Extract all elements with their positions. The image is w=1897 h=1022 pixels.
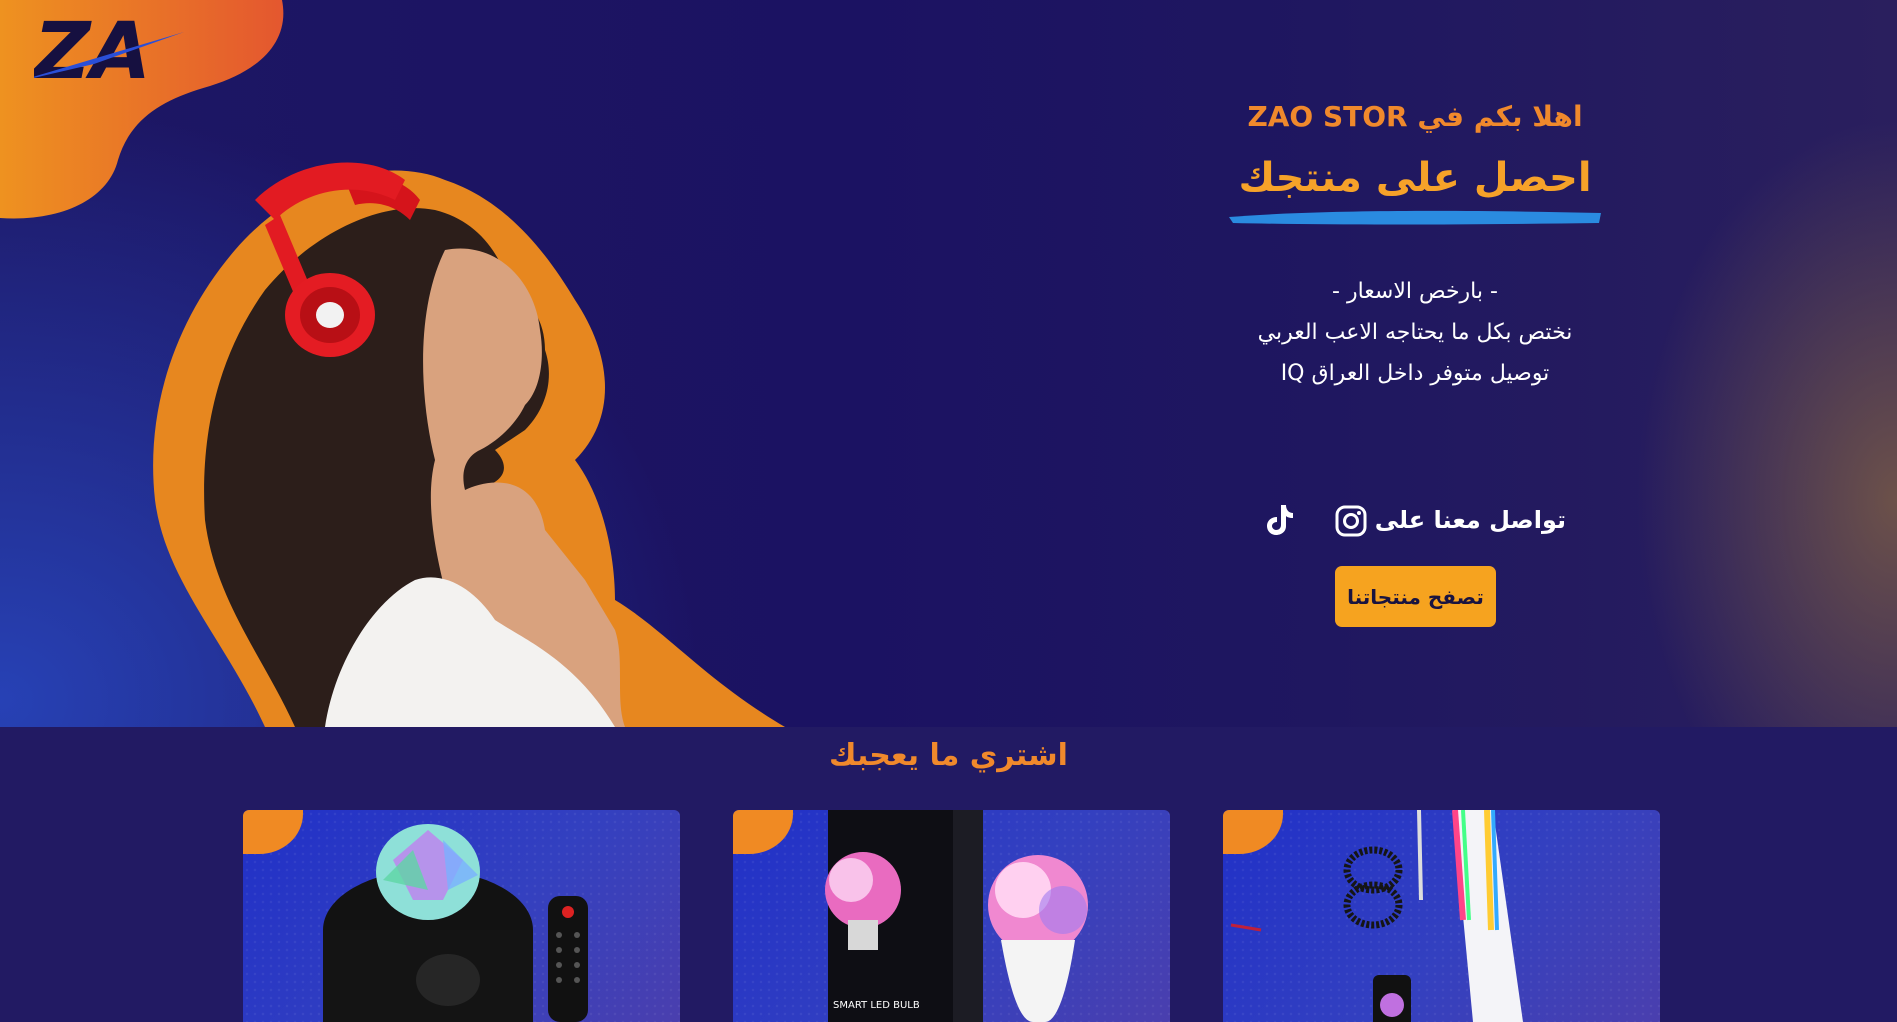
bulb-box-label: SMART LED BULB (833, 1000, 920, 1011)
welcome-title: اهلا بكم في ZAO STOR (1247, 100, 1583, 133)
product-image-led-strip (1230, 810, 1523, 1022)
browse-products-button[interactable]: تصفح منتجاتنا (1335, 566, 1496, 627)
logo-text: ZA (34, 7, 151, 96)
product-card-galaxy-projector[interactable] (243, 810, 680, 1022)
tiktok-icon[interactable] (1265, 503, 1295, 537)
desc-line-delivery: توصيل متوفر داخل العراق IQ (1280, 361, 1550, 386)
contact-row: تواصل معنا على (1260, 500, 1580, 544)
desc-line-prices: - بارخص الاسعار - (1332, 279, 1498, 304)
hero-section: ZA اهلا بكم في ZAO STOR احصل على منتجك -… (0, 0, 1897, 727)
brand-logo[interactable]: ZA (34, 6, 194, 96)
product-card-rgb-led-strip[interactable] (1223, 810, 1660, 1022)
product-card-smart-led-bulb[interactable]: SMART LED BULB (733, 810, 1170, 1022)
hero-image-woman-headphones (153, 162, 786, 727)
hero-description: - بارخص الاسعار - نختص بكل ما يحتاجه الا… (1195, 271, 1635, 394)
instagram-icon[interactable] (1334, 504, 1368, 538)
products-section-title: اشتري ما يعجبك (829, 738, 1068, 773)
contact-label: تواصل معنا على (1374, 506, 1566, 534)
product-image-star-projector (323, 824, 588, 1022)
desc-line-specialty: نختص بكل ما يحتاجه الاعب العربي (1257, 320, 1573, 345)
product-image-smart-bulb: SMART LED BULB (825, 810, 1088, 1022)
hero-headline: احصل على منتجك (1238, 155, 1592, 201)
hero-text-block: اهلا بكم في ZAO STOR احصل على منتجك - با… (1195, 90, 1635, 394)
brush-underline (1229, 210, 1601, 225)
